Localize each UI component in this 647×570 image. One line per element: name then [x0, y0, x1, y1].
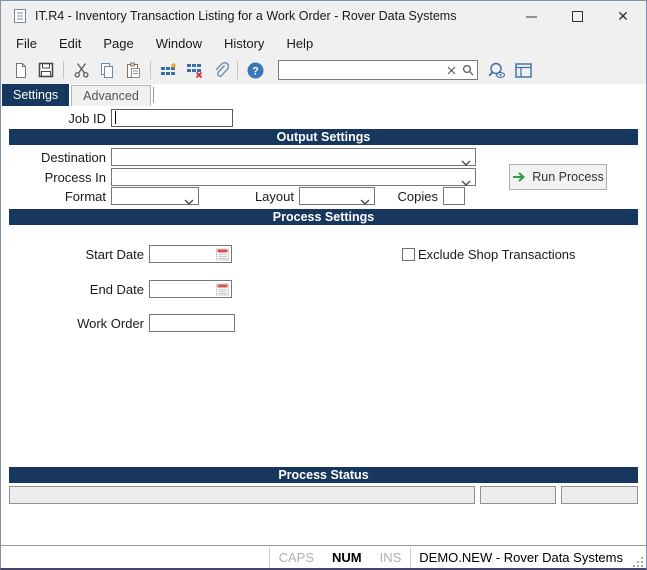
layout-select[interactable]: [299, 187, 375, 205]
menu-edit[interactable]: Edit: [48, 32, 92, 55]
settings-panel: Job ID Output Settings Destination Proce…: [1, 109, 646, 504]
copies-label: Copies: [375, 189, 443, 204]
menu-help[interactable]: Help: [275, 32, 324, 55]
menu-bar: File Edit Page Window History Help: [1, 31, 646, 56]
work-order-row: Work Order: [1, 314, 646, 332]
chevron-down-icon: [184, 193, 194, 211]
menu-window[interactable]: Window: [145, 32, 213, 55]
minimize-button[interactable]: [508, 1, 554, 31]
insert-indicator: INS: [371, 550, 411, 565]
process-status-header: Process Status: [9, 467, 638, 483]
format-label: Format: [1, 189, 111, 204]
svg-text:?: ?: [252, 65, 259, 77]
run-arrow-icon: [512, 171, 526, 183]
toolbar: ?: [1, 56, 646, 84]
destination-select[interactable]: [111, 148, 476, 166]
calendar-icon: [216, 248, 229, 261]
chevron-down-icon: [360, 193, 370, 211]
run-process-button[interactable]: Run Process: [509, 164, 607, 190]
paste-icon[interactable]: [120, 58, 146, 82]
new-document-icon[interactable]: [7, 58, 33, 82]
job-id-label: Job ID: [1, 111, 111, 126]
exclude-shop-transactions-group: Exclude Shop Transactions: [402, 247, 576, 262]
close-button[interactable]: ✕: [600, 1, 646, 31]
caps-lock-indicator: CAPS: [270, 550, 323, 565]
work-order-input[interactable]: [149, 314, 235, 332]
chevron-down-icon: [461, 174, 471, 192]
menu-page[interactable]: Page: [92, 32, 144, 55]
menu-file[interactable]: File: [5, 32, 48, 55]
layout-label: Layout: [199, 189, 299, 204]
tab-strip-edge: [153, 87, 154, 103]
company-connection-label: DEMO.NEW - Rover Data Systems: [411, 550, 631, 565]
tab-strip: Settings Advanced: [1, 84, 646, 106]
destination-label: Destination: [1, 150, 111, 165]
process-settings-header: Process Settings: [9, 209, 638, 225]
calendar-icon: [216, 283, 229, 296]
copy-icon[interactable]: [94, 58, 120, 82]
save-icon[interactable]: [33, 58, 59, 82]
output-settings-header: Output Settings: [9, 129, 638, 145]
work-order-label: Work Order: [1, 316, 149, 331]
exclude-shop-transactions-label: Exclude Shop Transactions: [418, 247, 576, 262]
search-input[interactable]: [279, 62, 444, 78]
menu-history[interactable]: History: [213, 32, 275, 55]
window-title: IT.R4 - Inventory Transaction Listing fo…: [35, 9, 508, 23]
delete-rows-icon[interactable]: [181, 58, 207, 82]
help-icon[interactable]: ?: [242, 58, 268, 82]
insert-rows-icon[interactable]: [155, 58, 181, 82]
search-icon[interactable]: [459, 64, 477, 76]
resize-grip[interactable]: [631, 555, 644, 568]
job-id-input[interactable]: [111, 109, 233, 127]
start-date-label: Start Date: [1, 247, 149, 262]
attachment-icon[interactable]: [207, 58, 233, 82]
clear-search-icon[interactable]: [444, 66, 459, 75]
num-lock-indicator: NUM: [323, 550, 371, 565]
maximize-button[interactable]: [554, 1, 600, 31]
status-bar: CAPS NUM INS DEMO.NEW - Rover Data Syste…: [1, 545, 646, 568]
run-process-label: Run Process: [532, 170, 604, 184]
process-in-label: Process In: [1, 170, 111, 185]
toolbar-search: [278, 60, 478, 80]
end-date-input[interactable]: [149, 280, 232, 298]
text-caret: [115, 111, 116, 124]
status-message-field: [9, 486, 475, 504]
panel-layout-icon[interactable]: [510, 58, 536, 82]
process-in-select[interactable]: [111, 168, 476, 186]
start-date-input[interactable]: [149, 245, 232, 263]
process-status-fields: [9, 486, 638, 504]
toolbar-separator: [150, 61, 151, 79]
job-id-row: Job ID: [1, 109, 646, 127]
status-time-field: [561, 486, 638, 504]
app-window: IT.R4 - Inventory Transaction Listing fo…: [0, 0, 647, 570]
start-date-row: Start Date Exclude Shop Transactions: [1, 245, 646, 263]
find-preview-icon[interactable]: [484, 58, 510, 82]
tab-settings[interactable]: Settings: [2, 84, 69, 106]
cut-icon[interactable]: [68, 58, 94, 82]
title-bar: IT.R4 - Inventory Transaction Listing fo…: [1, 1, 646, 31]
exclude-shop-transactions-checkbox[interactable]: [402, 248, 415, 261]
tab-advanced[interactable]: Advanced: [71, 85, 151, 106]
end-date-label: End Date: [1, 282, 149, 297]
document-list-icon: [13, 8, 27, 24]
toolbar-separator: [63, 61, 64, 79]
status-count-field: [480, 486, 556, 504]
format-select[interactable]: [111, 187, 199, 205]
end-date-row: End Date: [1, 280, 646, 298]
toolbar-separator: [237, 61, 238, 79]
